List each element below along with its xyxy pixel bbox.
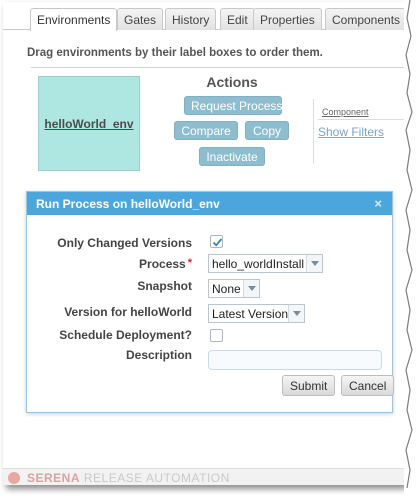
components-panel: Component Show Filters (313, 99, 405, 164)
version-label: Version for helloWorld (64, 305, 192, 319)
dialog-title: Run Process on helloWorld_env (36, 197, 220, 211)
checkmark-icon (212, 238, 223, 247)
chevron-down-icon[interactable] (288, 305, 304, 322)
footer-product: RELEASE AUTOMATION (83, 471, 230, 485)
snapshot-select[interactable]: None (208, 279, 260, 298)
tab-edit[interactable]: Edit (220, 8, 255, 30)
tab-components[interactable]: Components (325, 8, 405, 30)
tab-history[interactable]: History (165, 8, 217, 30)
show-filters-link[interactable]: Show Filters (318, 125, 384, 139)
app-window: Environments Gates History Edit Properti… (3, 2, 405, 485)
inactivate-button[interactable]: Inactivate (199, 147, 265, 166)
submit-button[interactable]: Submit (282, 375, 336, 396)
environment-link[interactable]: helloWorld_env (39, 117, 139, 131)
chevron-down-icon[interactable] (306, 255, 322, 272)
footer-bar: SERENA RELEASE AUTOMATION (3, 468, 405, 485)
drag-hint: Drag environments by their label boxes t… (27, 47, 323, 59)
close-icon[interactable]: × (374, 196, 382, 211)
chevron-down-icon[interactable] (243, 280, 259, 297)
schedule-deployment-checkbox[interactable] (210, 329, 223, 342)
tab-properties[interactable]: Properties (253, 8, 322, 30)
only-changed-checkbox[interactable] (210, 235, 223, 248)
process-label: Process * (139, 257, 192, 271)
footer-branding: SERENA RELEASE AUTOMATION (27, 471, 230, 485)
environment-label-box[interactable]: helloWorld_env (38, 76, 140, 171)
process-select[interactable]: hello_worldInstall (208, 254, 323, 273)
only-changed-label: Only Changed Versions (57, 236, 192, 250)
required-asterisk: * (187, 257, 192, 269)
process-select-value: hello_worldInstall (212, 257, 305, 271)
serena-logo-icon (8, 472, 20, 484)
tab-environments[interactable]: Environments (30, 8, 118, 31)
run-process-dialog: Run Process on helloWorld_env × Only Cha… (26, 191, 395, 413)
version-select[interactable]: Latest Version (208, 304, 305, 323)
copy-button[interactable]: Copy (245, 121, 289, 140)
divider (318, 119, 405, 120)
footer-brand: SERENA (27, 471, 81, 485)
component-column-label[interactable]: Component (322, 107, 369, 117)
compare-button[interactable]: Compare (174, 121, 238, 140)
tab-gates[interactable]: Gates (117, 8, 164, 30)
description-input[interactable] (208, 350, 382, 370)
cancel-button[interactable]: Cancel (341, 375, 395, 396)
snapshot-select-value: None (212, 282, 241, 296)
version-select-value: Latest Version (212, 307, 289, 321)
snapshot-label: Snapshot (137, 279, 192, 293)
request-process-button[interactable]: Request Process (184, 96, 282, 115)
description-label: Description (125, 348, 192, 362)
torn-edge-shape (404, 0, 413, 489)
tab-bar: Environments Gates History Edit Properti… (3, 8, 405, 31)
schedule-deployment-label: Schedule Deployment? (59, 328, 192, 342)
process-label-text: Process (139, 257, 186, 271)
torn-edge (404, 0, 418, 497)
actions-heading: Actions (206, 74, 258, 90)
dialog-header: Run Process on helloWorld_env × (27, 192, 392, 215)
